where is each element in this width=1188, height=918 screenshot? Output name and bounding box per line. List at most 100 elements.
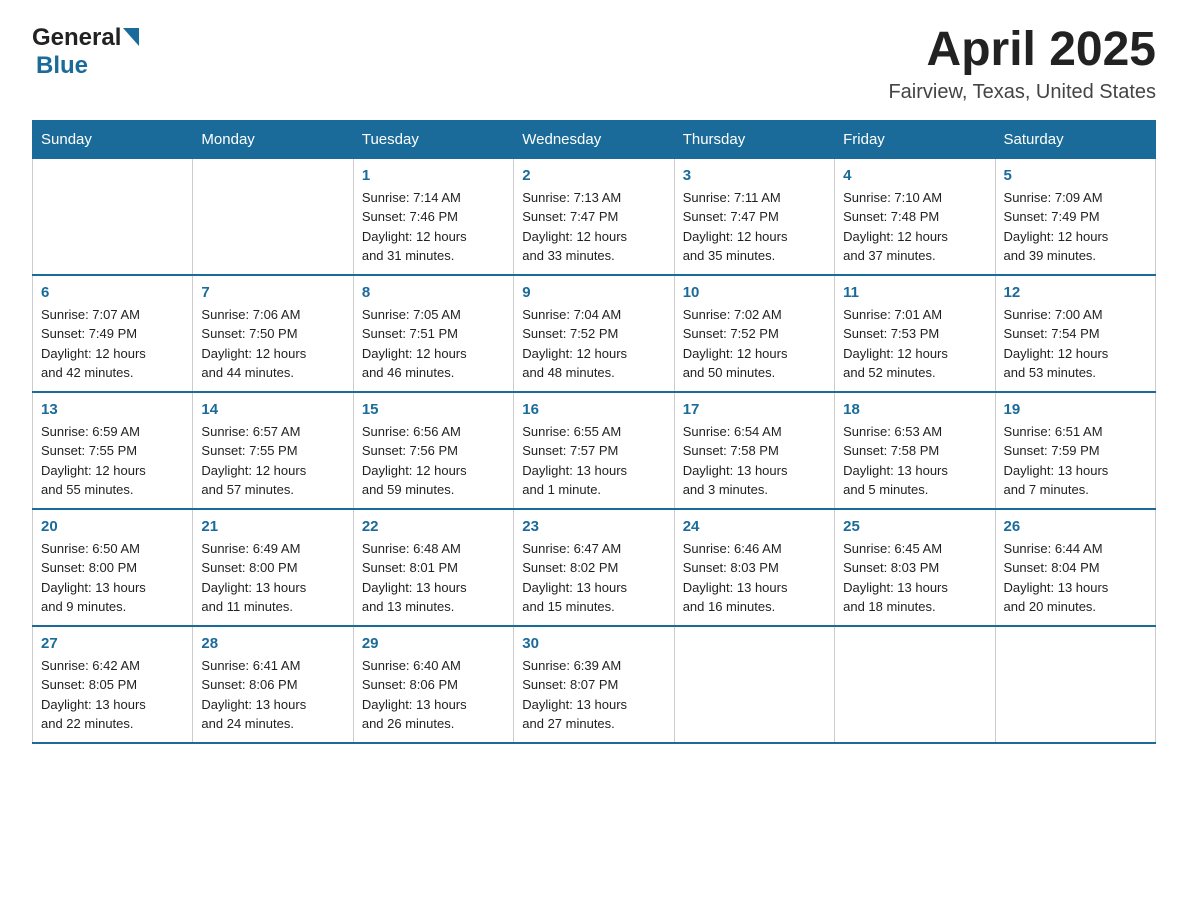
logo-general-text: General [32,24,121,52]
day-info: Sunrise: 6:40 AMSunset: 8:06 PMDaylight:… [362,656,505,734]
calendar-cell: 19Sunrise: 6:51 AMSunset: 7:59 PMDayligh… [995,392,1155,509]
day-number: 1 [362,167,505,184]
day-number: 4 [843,167,986,184]
calendar-cell: 30 Sunrise: 6:39 AMSunset: 8:07 PMDayligh… [514,626,674,743]
calendar-cell: 13 Sunrise: 6:59 AMSunset: 7:55 PMDayligh… [33,392,193,509]
calendar-cell: 17 Sunrise: 6:54 AMSunset: 7:58 PMDayligh… [674,392,834,509]
day-number: 2 [522,167,665,184]
calendar-cell: 25 Sunrise: 6:45 AMSunset: 8:03 PMDayligh… [835,509,995,626]
header-saturday: Saturday [995,120,1155,158]
calendar-cell: 3 Sunrise: 7:11 AMSunset: 7:47 PMDaylight… [674,158,834,275]
calendar-cell: 28 Sunrise: 6:41 AMSunset: 8:06 PMDayligh… [193,626,353,743]
calendar-week-3: 13 Sunrise: 6:59 AMSunset: 7:55 PMDayligh… [33,392,1156,509]
day-info: Sunrise: 7:06 AMSunset: 7:50 PMDaylight:… [201,305,344,383]
calendar-cell: 20 Sunrise: 6:50 AMSunset: 8:00 PMDayligh… [33,509,193,626]
day-number: 5 [1004,167,1147,184]
calendar-cell: 7Sunrise: 7:06 AMSunset: 7:50 PMDaylight… [193,275,353,392]
day-info: Sunrise: 7:00 AMSunset: 7:54 PMDaylight:… [1004,305,1147,383]
day-info: Sunrise: 7:14 AMSunset: 7:46 PMDaylight:… [362,188,505,266]
day-info: Sunrise: 6:39 AMSunset: 8:07 PMDaylight:… [522,656,665,734]
day-number: 14 [201,401,344,418]
day-info: Sunrise: 7:07 AMSunset: 7:49 PMDaylight:… [41,305,184,383]
calendar-cell [674,626,834,743]
header-sunday: Sunday [33,120,193,158]
day-number: 20 [41,518,184,535]
day-number: 28 [201,635,344,652]
calendar-week-5: 27Sunrise: 6:42 AMSunset: 8:05 PMDayligh… [33,626,1156,743]
calendar-cell [835,626,995,743]
calendar-cell: 26 Sunrise: 6:44 AMSunset: 8:04 PMDayligh… [995,509,1155,626]
day-number: 29 [362,635,505,652]
day-number: 25 [843,518,986,535]
header-thursday: Thursday [674,120,834,158]
calendar-cell: 2 Sunrise: 7:13 AMSunset: 7:47 PMDaylight… [514,158,674,275]
day-info: Sunrise: 6:42 AMSunset: 8:05 PMDaylight:… [41,656,184,734]
day-info: Sunrise: 6:50 AMSunset: 8:00 PMDaylight:… [41,539,184,617]
day-info: Sunrise: 6:57 AMSunset: 7:55 PMDaylight:… [201,422,344,500]
day-number: 21 [201,518,344,535]
day-info: Sunrise: 6:59 AMSunset: 7:55 PMDaylight:… [41,422,184,500]
day-number: 15 [362,401,505,418]
day-info: Sunrise: 6:45 AMSunset: 8:03 PMDaylight:… [843,539,986,617]
day-number: 13 [41,401,184,418]
calendar-cell: 10Sunrise: 7:02 AMSunset: 7:52 PMDayligh… [674,275,834,392]
day-info: Sunrise: 7:05 AMSunset: 7:51 PMDaylight:… [362,305,505,383]
day-info: Sunrise: 6:48 AMSunset: 8:01 PMDaylight:… [362,539,505,617]
day-number: 12 [1004,284,1147,301]
day-number: 16 [522,401,665,418]
calendar-cell: 18 Sunrise: 6:53 AMSunset: 7:58 PMDayligh… [835,392,995,509]
day-number: 8 [362,284,505,301]
calendar-cell: 6 Sunrise: 7:07 AMSunset: 7:49 PMDaylight… [33,275,193,392]
day-number: 30 [522,635,665,652]
page-header: General Blue April 2025 Fairview, Texas,… [32,24,1156,104]
day-number: 23 [522,518,665,535]
calendar-cell: 11Sunrise: 7:01 AMSunset: 7:53 PMDayligh… [835,275,995,392]
day-info: Sunrise: 6:51 AMSunset: 7:59 PMDaylight:… [1004,422,1147,500]
day-info: Sunrise: 6:47 AMSunset: 8:02 PMDaylight:… [522,539,665,617]
calendar-body: 1 Sunrise: 7:14 AMSunset: 7:46 PMDaylight… [33,158,1156,743]
logo: General Blue [32,24,139,80]
day-info: Sunrise: 7:02 AMSunset: 7:52 PMDaylight:… [683,305,826,383]
day-number: 26 [1004,518,1147,535]
day-number: 6 [41,284,184,301]
day-info: Sunrise: 6:46 AMSunset: 8:03 PMDaylight:… [683,539,826,617]
calendar-cell: 14 Sunrise: 6:57 AMSunset: 7:55 PMDayligh… [193,392,353,509]
title-section: April 2025 Fairview, Texas, United State… [888,24,1156,104]
day-number: 24 [683,518,826,535]
day-info: Sunrise: 6:55 AMSunset: 7:57 PMDaylight:… [522,422,665,500]
day-info: Sunrise: 6:44 AMSunset: 8:04 PMDaylight:… [1004,539,1147,617]
logo-arrow-icon [123,28,139,51]
calendar-table: SundayMondayTuesdayWednesdayThursdayFrid… [32,120,1156,744]
header-wednesday: Wednesday [514,120,674,158]
calendar-cell [995,626,1155,743]
day-info: Sunrise: 6:54 AMSunset: 7:58 PMDaylight:… [683,422,826,500]
calendar-cell: 15 Sunrise: 6:56 AMSunset: 7:56 PMDayligh… [353,392,513,509]
day-info: Sunrise: 7:01 AMSunset: 7:53 PMDaylight:… [843,305,986,383]
day-info: Sunrise: 7:13 AMSunset: 7:47 PMDaylight:… [522,188,665,266]
location-title: Fairview, Texas, United States [888,81,1156,104]
calendar-cell: 29 Sunrise: 6:40 AMSunset: 8:06 PMDayligh… [353,626,513,743]
calendar-cell: 12 Sunrise: 7:00 AMSunset: 7:54 PMDayligh… [995,275,1155,392]
calendar-cell [33,158,193,275]
day-info: Sunrise: 6:56 AMSunset: 7:56 PMDaylight:… [362,422,505,500]
day-number: 9 [522,284,665,301]
day-info: Sunrise: 6:41 AMSunset: 8:06 PMDaylight:… [201,656,344,734]
calendar-cell: 9Sunrise: 7:04 AMSunset: 7:52 PMDaylight… [514,275,674,392]
day-number: 17 [683,401,826,418]
calendar-cell: 23 Sunrise: 6:47 AMSunset: 8:02 PMDayligh… [514,509,674,626]
calendar-cell: 21 Sunrise: 6:49 AMSunset: 8:00 PMDayligh… [193,509,353,626]
day-number: 18 [843,401,986,418]
calendar-cell: 5Sunrise: 7:09 AMSunset: 7:49 PMDaylight… [995,158,1155,275]
day-number: 22 [362,518,505,535]
day-number: 3 [683,167,826,184]
header-tuesday: Tuesday [353,120,513,158]
calendar-week-4: 20 Sunrise: 6:50 AMSunset: 8:00 PMDayligh… [33,509,1156,626]
day-info: Sunrise: 6:49 AMSunset: 8:00 PMDaylight:… [201,539,344,617]
header-friday: Friday [835,120,995,158]
header-monday: Monday [193,120,353,158]
day-info: Sunrise: 6:53 AMSunset: 7:58 PMDaylight:… [843,422,986,500]
calendar-week-1: 1 Sunrise: 7:14 AMSunset: 7:46 PMDaylight… [33,158,1156,275]
calendar-cell: 1 Sunrise: 7:14 AMSunset: 7:46 PMDaylight… [353,158,513,275]
calendar-cell: 4Sunrise: 7:10 AMSunset: 7:48 PMDaylight… [835,158,995,275]
day-info: Sunrise: 7:11 AMSunset: 7:47 PMDaylight:… [683,188,826,266]
